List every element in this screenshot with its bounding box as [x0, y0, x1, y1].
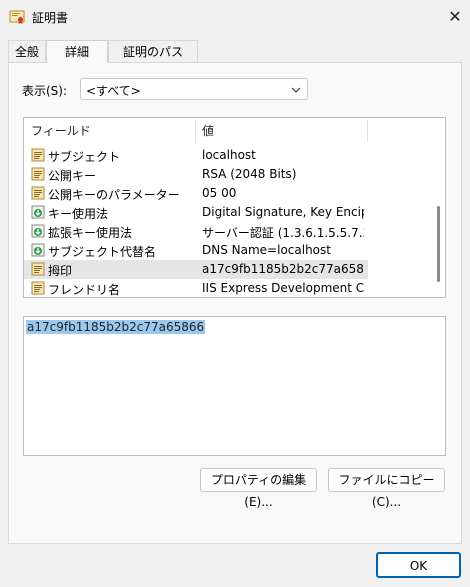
value-detail-text[interactable]: a17c9fb1185b2b2c77a65866 — [26, 320, 206, 334]
ok-button[interactable]: OK — [376, 552, 461, 578]
list-scrollbar[interactable] — [434, 120, 444, 296]
row-field-name: 拇印 — [48, 264, 73, 278]
list-item[interactable]: サブジェクト代替名 DNS Name=localhost — [24, 241, 368, 260]
row-field-name: 公開キーのパラメーター — [48, 188, 180, 202]
certificate-field-icon — [31, 167, 45, 181]
column-separator[interactable] — [195, 120, 196, 142]
row-field-name: サブジェクト — [48, 150, 121, 164]
list-item[interactable]: 公開キー RSA (2048 Bits) — [24, 165, 368, 184]
column-header-field[interactable]: フィールド — [31, 118, 91, 144]
list-item[interactable]: 拡張キー使用法 サーバー認証 (1.3.6.1.5.5.7.3.1) — [24, 222, 368, 241]
list-item[interactable]: フレンドリ名 IIS Express Development Cer... — [24, 279, 368, 297]
row-field-value: localhost — [202, 148, 256, 162]
certificate-field-icon — [31, 186, 45, 200]
tab-certification-path[interactable]: 証明のパス — [108, 40, 198, 62]
column-header-value[interactable]: 値 — [202, 118, 214, 144]
certificate-field-icon — [31, 148, 45, 162]
row-field-name: 拡張キー使用法 — [48, 226, 133, 240]
window-title: 証明書 — [32, 11, 69, 25]
extension-download-icon — [31, 224, 45, 238]
column-separator[interactable] — [367, 120, 368, 142]
list-item[interactable]: キー使用法 Digital Signature, Key Encip... — [24, 203, 368, 222]
field-list[interactable]: フィールド 値 サブジェクト localhost 公開キー RSA (2048 Bit… — [23, 117, 446, 298]
tab-details[interactable]: 詳細 — [46, 40, 108, 63]
row-field-value: Digital Signature, Key Encip... — [202, 205, 364, 219]
row-field-name: サブジェクト代替名 — [48, 245, 157, 259]
certificate-app-icon — [9, 9, 25, 25]
copy-to-file-button[interactable]: ファイルにコピー(C)... — [328, 468, 445, 509]
title-bar: 証明書 ✕ — [0, 0, 470, 34]
show-select[interactable]: <すべて> — [80, 78, 308, 100]
list-item[interactable]: 拇印 a17c9fb1185b2b2c77a65866... — [24, 260, 368, 279]
row-field-value: サーバー認証 (1.3.6.1.5.5.7.3.1) — [202, 226, 364, 240]
tab-general[interactable]: 全般 — [8, 40, 46, 62]
row-field-name: フレンドリ名 — [48, 283, 121, 297]
edit-properties-button[interactable]: プロパティの編集(E)... — [200, 468, 317, 509]
extension-download-icon — [31, 243, 45, 257]
close-icon[interactable]: ✕ — [440, 4, 470, 30]
list-item[interactable]: 公開キーのパラメーター 05 00 — [24, 184, 368, 203]
extension-download-icon — [31, 205, 45, 219]
chevron-down-icon — [291, 84, 301, 94]
row-field-name: 公開キー — [48, 169, 97, 183]
row-field-value: 05 00 — [202, 186, 237, 200]
show-label: 表示(S): — [22, 84, 68, 98]
row-field-value: DNS Name=localhost — [202, 243, 331, 257]
scrollbar-thumb[interactable] — [437, 206, 440, 282]
list-item[interactable]: サブジェクト localhost — [24, 146, 368, 165]
certificate-field-icon — [31, 281, 45, 295]
row-field-value: IIS Express Development Cer... — [202, 281, 364, 295]
row-field-name: キー使用法 — [48, 207, 109, 221]
row-field-value: RSA (2048 Bits) — [202, 167, 297, 181]
value-detail-box[interactable]: a17c9fb1185b2b2c77a65866 — [23, 316, 446, 456]
certificate-field-icon — [31, 262, 45, 276]
row-field-value: a17c9fb1185b2b2c77a65866... — [202, 262, 364, 276]
show-select-value: <すべて> — [86, 84, 141, 98]
